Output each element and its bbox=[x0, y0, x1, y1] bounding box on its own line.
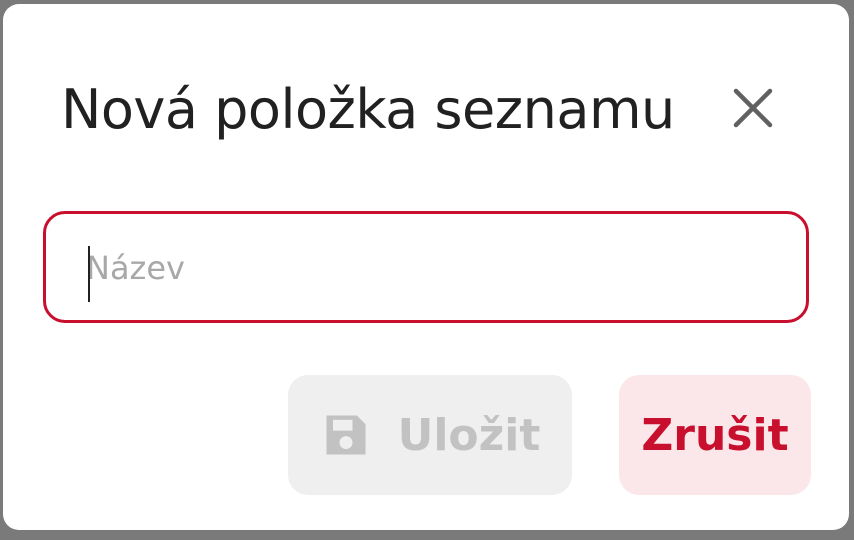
dialog-title: Nová položka seznamu bbox=[61, 78, 675, 141]
close-icon bbox=[733, 88, 773, 128]
text-caret bbox=[88, 246, 90, 302]
name-input[interactable] bbox=[84, 238, 776, 298]
close-button[interactable] bbox=[727, 82, 779, 134]
name-field[interactable] bbox=[43, 211, 809, 323]
floppy-disk-icon bbox=[320, 409, 372, 461]
new-list-item-dialog: Nová položka seznamu Uložit Zrušit bbox=[3, 4, 849, 530]
save-button-label: Uložit bbox=[397, 409, 541, 461]
save-button[interactable]: Uložit bbox=[288, 375, 572, 495]
cancel-button[interactable]: Zrušit bbox=[619, 375, 811, 495]
cancel-button-label: Zrušit bbox=[641, 409, 789, 461]
